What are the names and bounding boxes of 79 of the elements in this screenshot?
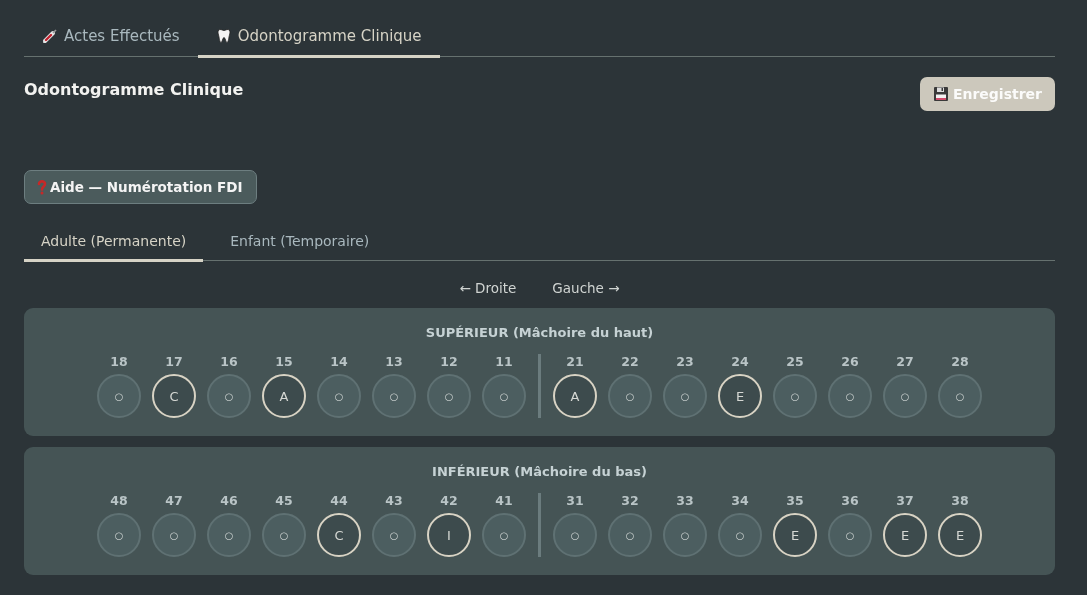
tooth-button[interactable]: A: [553, 374, 597, 418]
tooth-number: 32: [621, 493, 639, 510]
tooth-number: 26: [841, 354, 859, 371]
tooth-button[interactable]: C: [317, 513, 361, 557]
section-title: Odontogramme Clinique: [24, 80, 244, 99]
tooth-number: 18: [110, 354, 128, 371]
help-button[interactable]: Aide — Numérotation FDI: [24, 170, 257, 204]
tooth-button[interactable]: ○: [317, 374, 361, 418]
tooth-number: 43: [385, 493, 403, 510]
tooth-button[interactable]: ○: [482, 513, 526, 557]
tooth-button[interactable]: ○: [553, 513, 597, 557]
jaw-title: INFÉRIEUR (Mâchoire du bas): [432, 464, 647, 479]
tooth-button[interactable]: ○: [97, 374, 141, 418]
tooth-number: 45: [275, 493, 293, 510]
tooth-number: 21: [566, 354, 584, 371]
tooth-button[interactable]: ○: [608, 513, 652, 557]
tooth-number: 47: [165, 493, 183, 510]
tooth-button[interactable]: ○: [938, 374, 982, 418]
tooth-number: 44: [330, 493, 348, 510]
tooth-number: 28: [951, 354, 969, 371]
tooth-button[interactable]: E: [718, 374, 762, 418]
syringe-icon: [42, 28, 58, 44]
tooth-number: 25: [786, 354, 804, 371]
tooth-number: 46: [220, 493, 238, 510]
tooth-button[interactable]: ○: [372, 513, 416, 557]
tooth-number: 11: [495, 354, 513, 371]
tooth-number: 42: [440, 493, 458, 510]
tooth-number: 33: [676, 493, 694, 510]
side-label: Gauche →: [552, 280, 620, 297]
tooth-button[interactable]: ○: [97, 513, 141, 557]
tooth-number: 24: [731, 354, 749, 371]
tooth-button[interactable]: ○: [663, 513, 707, 557]
tooth-icon: [215, 28, 232, 44]
tooth-number: 15: [275, 354, 293, 371]
jaw-title: SUPÉRIEUR (Mâchoire du haut): [425, 325, 654, 340]
tooth-button[interactable]: ○: [828, 513, 872, 557]
tooth-button[interactable]: E: [938, 513, 982, 557]
tooth-button[interactable]: C: [152, 374, 196, 418]
tooth-number: 48: [110, 493, 128, 510]
tooth-button[interactable]: I: [427, 513, 471, 557]
midline-divider: [538, 493, 541, 557]
tooth-number: 34: [731, 493, 749, 510]
tooth-number: 12: [440, 354, 458, 371]
side-label: ← Droite: [459, 280, 517, 297]
tooth-button[interactable]: ○: [883, 374, 927, 418]
tooth-number: 16: [220, 354, 238, 371]
tab[interactable]: Odontogramme Clinique: [197, 16, 440, 58]
tooth-number: 23: [676, 354, 694, 371]
tooth-button[interactable]: ○: [262, 513, 306, 557]
midline-divider: [538, 354, 541, 418]
tooth-button[interactable]: ○: [718, 513, 762, 557]
tooth-button[interactable]: A: [262, 374, 306, 418]
tooth-number: 13: [385, 354, 403, 371]
tooth-button[interactable]: ○: [152, 513, 196, 557]
tooth-button[interactable]: ○: [372, 374, 416, 418]
tooth-number: 36: [841, 493, 859, 510]
tooth-number: 35: [786, 493, 804, 510]
tooth-number: 17: [165, 354, 183, 371]
tooth-number: 22: [621, 354, 639, 371]
tooth-button[interactable]: ○: [608, 374, 652, 418]
tab[interactable]: Actes Effectués: [24, 16, 198, 58]
tooth-number: 38: [951, 493, 969, 510]
tooth-number: 27: [896, 354, 914, 371]
tooth-button[interactable]: ○: [828, 374, 872, 418]
tooth-button[interactable]: ○: [663, 374, 707, 418]
tooth-button[interactable]: ○: [482, 374, 526, 418]
tooth-number: 31: [566, 493, 584, 510]
tooth-number: 41: [495, 493, 513, 510]
tooth-button[interactable]: E: [773, 513, 817, 557]
question-mark-icon: [37, 179, 47, 195]
tooth-number: 14: [330, 354, 348, 371]
tab[interactable]: Adulte (Permanente): [24, 224, 204, 262]
tab[interactable]: Enfant (Temporaire): [213, 224, 387, 262]
tooth-button[interactable]: ○: [773, 374, 817, 418]
tooth-button[interactable]: E: [883, 513, 927, 557]
tooth-button[interactable]: ○: [207, 374, 251, 418]
tooth-button[interactable]: ○: [207, 513, 251, 557]
tooth-button[interactable]: ○: [427, 374, 471, 418]
tooth-number: 37: [896, 493, 914, 510]
